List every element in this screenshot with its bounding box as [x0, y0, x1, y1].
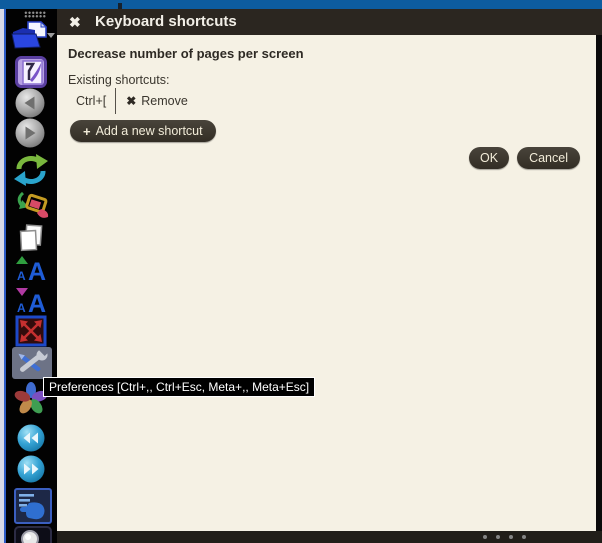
fill-color-icon — [17, 191, 49, 218]
drag-dots-handle[interactable] — [483, 535, 526, 539]
window-right-edge — [596, 35, 602, 543]
dialog-title: Keyboard shortcuts — [95, 13, 237, 30]
increase-font-icon: A A — [16, 256, 46, 286]
toolbar-sidebar: A A A A — [6, 9, 57, 543]
window-top-bar — [0, 0, 602, 9]
decrease-font-icon: A A — [16, 288, 46, 318]
hand-tool-icon — [19, 494, 45, 520]
shortcut-row: Ctrl+[ ✖ Remove — [68, 87, 188, 114]
zoom-button[interactable] — [14, 526, 52, 543]
svg-text:A: A — [28, 290, 46, 314]
toolbar-grip-handle[interactable] — [24, 11, 46, 18]
ok-button[interactable]: OK — [469, 147, 510, 169]
svg-text:A: A — [28, 258, 46, 282]
svg-text:A: A — [17, 269, 26, 282]
increase-font-button[interactable]: A A — [13, 254, 49, 286]
open-file-button[interactable] — [10, 20, 56, 50]
dialog-actions: OK Cancel — [469, 147, 580, 169]
shortcut-keys[interactable]: Ctrl+[ — [68, 94, 106, 108]
dialog-content: Decrease number of pages per screen Exis… — [57, 35, 596, 531]
preferences-tooltip: Preferences [Ctrl+,, Ctrl+Esc, Meta+,, M… — [43, 377, 316, 397]
reload-icon — [14, 154, 48, 186]
fill-color-button[interactable] — [13, 190, 51, 220]
preferences-button[interactable] — [12, 346, 52, 379]
chevron-down-icon — [47, 33, 55, 38]
djvu-document-button[interactable] — [15, 56, 47, 88]
preferences-tools-icon — [18, 346, 49, 372]
close-icon[interactable]: ✖ — [69, 9, 81, 35]
djvu-document-icon — [15, 56, 47, 88]
forward-arrow-icon — [15, 118, 45, 148]
go-forward-button[interactable] — [14, 117, 46, 149]
fast-forward-icon — [17, 455, 45, 483]
cancel-button[interactable]: Cancel — [517, 147, 580, 169]
existing-shortcuts-label: Existing shortcuts: — [68, 73, 170, 87]
remove-x-icon: ✖ — [126, 93, 137, 108]
add-shortcut-button[interactable]: + Add a new shortcut — [70, 120, 216, 142]
fast-backward-icon — [17, 424, 45, 452]
shortcut-divider — [115, 87, 117, 114]
go-back-button[interactable] — [14, 87, 46, 119]
remove-shortcut-button[interactable]: ✖ Remove — [126, 94, 188, 108]
decrease-font-button[interactable]: A A — [13, 286, 49, 318]
pages-icon — [19, 224, 43, 252]
fast-backward-button[interactable] — [16, 423, 46, 453]
fullscreen-icon — [15, 315, 47, 347]
dialog-header: ✖ Keyboard shortcuts — [57, 9, 602, 35]
add-shortcut-label: Add a new shortcut — [95, 124, 203, 138]
copy-pages-button[interactable] — [16, 223, 46, 253]
hand-tool-button[interactable] — [14, 488, 52, 524]
magnifier-icon — [14, 526, 52, 543]
svg-text:A: A — [17, 301, 26, 314]
fullscreen-button[interactable] — [15, 315, 47, 347]
top-bar-notch — [118, 3, 122, 9]
fast-forward-button[interactable] — [16, 454, 46, 484]
sidebar-accent-line — [4, 9, 6, 543]
reload-button[interactable] — [13, 152, 49, 188]
shortcut-action-heading: Decrease number of pages per screen — [68, 46, 304, 61]
remove-label: Remove — [141, 93, 188, 108]
bottom-bar — [57, 531, 602, 543]
plus-icon: + — [83, 123, 91, 139]
open-folder-icon — [11, 20, 55, 49]
back-arrow-icon — [15, 88, 45, 118]
app-window: A A A A ✖ Keyboard shortcuts Decrease nu… — [0, 0, 602, 543]
